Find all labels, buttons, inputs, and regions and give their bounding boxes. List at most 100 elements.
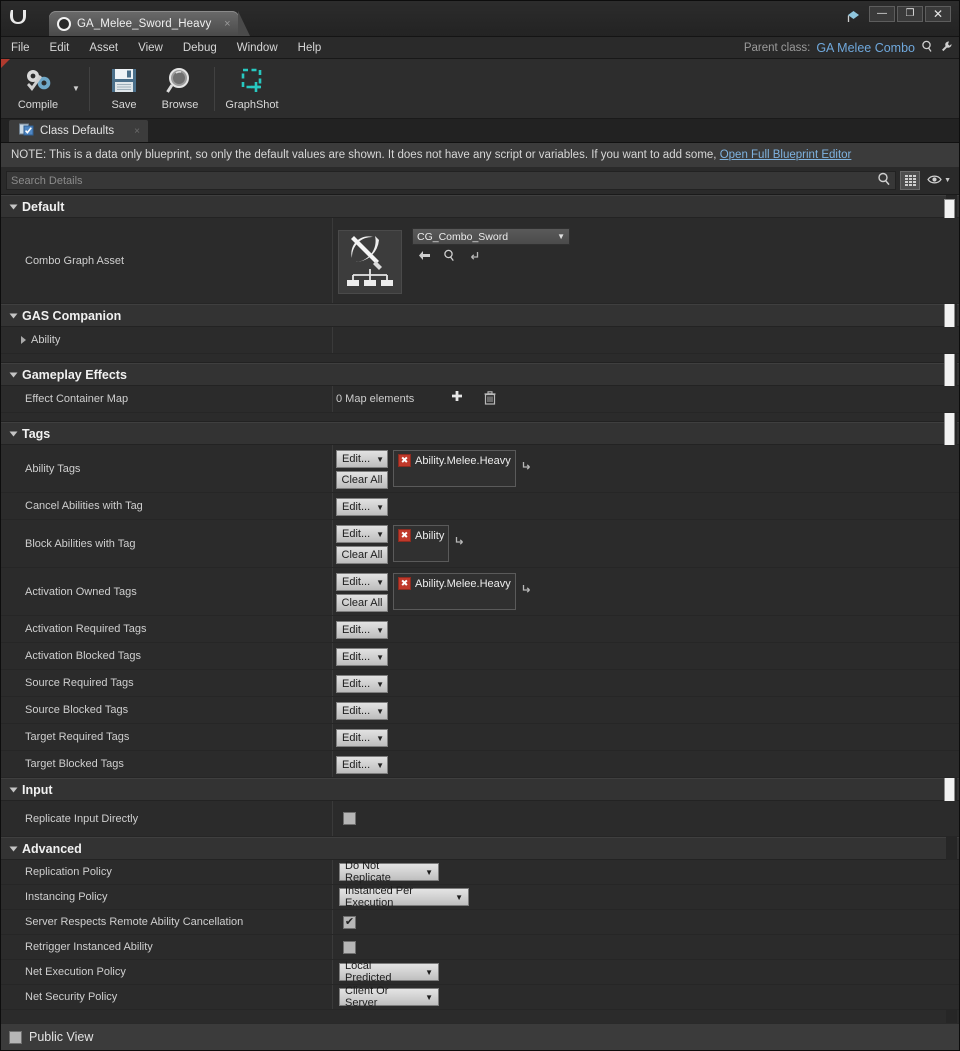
- details-grid-view-button[interactable]: [900, 171, 921, 190]
- chevron-down-icon: ▼: [376, 577, 385, 587]
- compile-options-dropdown[interactable]: ▼: [69, 61, 83, 117]
- row-ability[interactable]: Ability: [1, 327, 959, 354]
- compile-button[interactable]: Compile: [7, 61, 69, 117]
- combo-graph-asset-dropdown[interactable]: CG_Combo_Sword ▼: [412, 228, 570, 245]
- tag-editor: Edit... ▼: [336, 496, 388, 516]
- menu-view[interactable]: View: [128, 37, 173, 58]
- class-defaults-close-icon[interactable]: ×: [134, 126, 140, 137]
- collapse-triangle-icon: [9, 846, 18, 851]
- tag-row-value-cell: Edit... ▼: [333, 697, 959, 723]
- chevron-down-icon: ▼: [376, 760, 385, 770]
- tag-edit-button[interactable]: Edit... ▼: [336, 756, 388, 774]
- tag-edit-button[interactable]: Edit... ▼: [336, 498, 388, 516]
- reset-to-default-revert-icon[interactable]: [454, 535, 466, 550]
- tag-row-value-cell: Edit... ▼: [333, 751, 959, 777]
- open-full-blueprint-editor-link[interactable]: Open Full Blueprint Editor: [720, 149, 852, 161]
- details-view-options-button[interactable]: ▼: [924, 174, 954, 188]
- replication-policy-label: Replication Policy: [1, 860, 333, 884]
- tag-remove-icon[interactable]: ✖: [398, 529, 411, 542]
- tag-buttons: Edit... ▼: [336, 675, 388, 693]
- category-gameplay-effects[interactable]: Gameplay Effects: [1, 363, 959, 386]
- combo-graph-picker: CG_Combo_Sword ▼: [412, 228, 570, 265]
- reset-to-default-revert-icon[interactable]: [521, 583, 533, 598]
- chevron-down-icon: ▼: [425, 992, 433, 1002]
- tag-remove-icon[interactable]: ✖: [398, 577, 411, 590]
- reset-to-default-revert-icon[interactable]: [521, 460, 533, 475]
- category-gas-companion[interactable]: GAS Companion: [1, 304, 959, 327]
- tag-edit-button[interactable]: Edit... ▼: [336, 675, 388, 693]
- browse-magnifier-icon: [165, 66, 195, 96]
- retrigger-instanced-ability-checkbox[interactable]: ✔: [343, 940, 356, 954]
- save-button[interactable]: Save: [96, 61, 152, 117]
- tag-name: Ability: [415, 529, 445, 542]
- tag-row-label: Source Required Tags: [1, 670, 333, 696]
- tag-row-label: Ability Tags: [1, 445, 333, 492]
- tag-clear-all-button[interactable]: Clear All: [336, 471, 388, 489]
- net-security-policy-dropdown[interactable]: Client Or Server ▼: [339, 985, 439, 1009]
- menu-edit[interactable]: Edit: [40, 37, 80, 58]
- row-source-blocked-tags: Source Blocked Tags Edit... ▼: [1, 697, 959, 724]
- minimize-button[interactable]: —: [869, 6, 895, 22]
- add-map-element-icon[interactable]: [450, 390, 464, 408]
- tag-buttons: Edit... ▼: [336, 648, 388, 666]
- category-input[interactable]: Input: [1, 778, 959, 801]
- category-tags[interactable]: Tags: [1, 422, 959, 445]
- tag-edit-button[interactable]: Edit... ▼: [336, 621, 388, 639]
- close-button[interactable]: ✕: [925, 6, 951, 22]
- public-view-checkbox[interactable]: ✔: [9, 1030, 22, 1044]
- tag-edit-button[interactable]: Edit... ▼: [336, 702, 388, 720]
- menu-help[interactable]: Help: [288, 37, 332, 58]
- asset-tab-close-icon[interactable]: ×: [221, 18, 233, 30]
- browse-to-asset-magnifier-icon[interactable]: [443, 249, 456, 265]
- row-server-respects-remote-ability-cancellation: Server Respects Remote Ability Cancellat…: [1, 910, 959, 935]
- parent-class-link[interactable]: GA Melee Combo: [816, 41, 915, 55]
- tab-class-defaults[interactable]: Class Defaults ×: [9, 120, 148, 142]
- server-respects-checkbox[interactable]: ✔: [343, 915, 356, 929]
- browse-button[interactable]: Browse: [152, 61, 208, 117]
- tag-edit-button[interactable]: Edit... ▼: [336, 648, 388, 666]
- edit-parent-wrench-icon[interactable]: [940, 40, 953, 56]
- category-advanced[interactable]: Advanced: [1, 837, 959, 860]
- menu-asset[interactable]: Asset: [79, 37, 128, 58]
- tag-clear-all-button[interactable]: Clear All: [336, 546, 388, 564]
- search-input[interactable]: [11, 174, 875, 187]
- menu-debug[interactable]: Debug: [173, 37, 227, 58]
- net-execution-policy-dropdown[interactable]: Local Predicted ▼: [339, 960, 439, 984]
- tag-clear-all-button[interactable]: Clear All: [336, 594, 388, 612]
- tag-remove-icon[interactable]: ✖: [398, 454, 411, 467]
- replicate-input-directly-checkbox[interactable]: ✔: [343, 812, 356, 825]
- combo-graph-thumbnail[interactable]: [338, 230, 402, 294]
- maximize-button[interactable]: ❐: [897, 6, 923, 22]
- tag-edit-button[interactable]: Edit... ▼: [336, 450, 388, 468]
- asset-tab[interactable]: GA_Melee_Sword_Heavy ×: [49, 11, 251, 36]
- menu-window[interactable]: Window: [227, 37, 288, 58]
- category-advanced-label: Advanced: [22, 841, 82, 856]
- replication-policy-dropdown[interactable]: Do Not Replicate ▼: [339, 860, 439, 884]
- graphshot-button[interactable]: GraphShot: [221, 61, 283, 117]
- chevron-down-icon: ▼: [455, 892, 463, 902]
- tag-row-value-cell: Edit... ▼: [333, 724, 959, 750]
- tag-edit-button[interactable]: Edit... ▼: [336, 525, 388, 543]
- tag-editor: Edit... ▼: [336, 727, 388, 747]
- tag-editor: Edit... ▼: [336, 646, 388, 666]
- net-security-policy-label: Net Security Policy: [1, 985, 333, 1009]
- use-selected-asset-arrow-icon[interactable]: [418, 250, 431, 264]
- tag-buttons: Edit... ▼: [336, 702, 388, 720]
- clear-map-trash-icon[interactable]: [484, 390, 496, 408]
- browse-parent-magnifier-icon[interactable]: [921, 40, 934, 56]
- instancing-policy-dropdown[interactable]: Instanced Per Execution ▼: [339, 885, 469, 909]
- tag-edit-button[interactable]: Edit... ▼: [336, 729, 388, 747]
- graphshot-label: GraphShot: [225, 99, 279, 111]
- dirty-corner-marker: [1, 59, 10, 68]
- search-field-wrapper[interactable]: [6, 171, 897, 190]
- reset-to-default-revert-icon[interactable]: [468, 250, 480, 265]
- asset-action-icons: [412, 249, 570, 265]
- tag-edit-button[interactable]: Edit... ▼: [336, 573, 388, 591]
- expand-triangle-icon[interactable]: [21, 336, 26, 344]
- category-default[interactable]: Default: [1, 195, 959, 218]
- chevron-down-icon: ▼: [376, 706, 385, 716]
- tag-row-value-cell: Edit... ▼: [333, 670, 959, 696]
- menu-file[interactable]: File: [1, 37, 40, 58]
- tag-buttons: Edit... ▼ Clear All: [336, 525, 388, 564]
- toolbar-separator-2: [214, 66, 215, 111]
